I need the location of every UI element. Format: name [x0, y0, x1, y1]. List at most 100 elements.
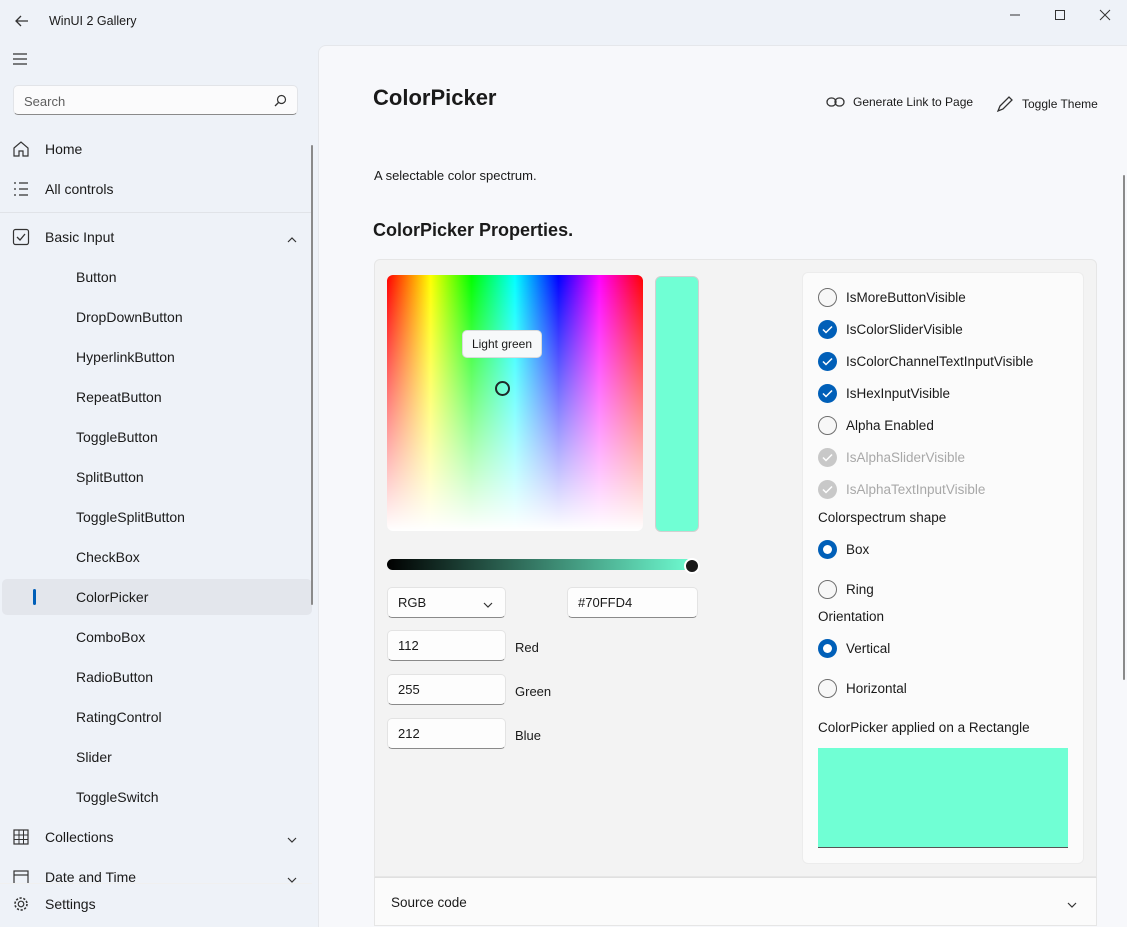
checkbox-box[interactable] [818, 288, 837, 307]
back-arrow-icon[interactable] [12, 11, 32, 31]
green-input[interactable]: 255 [387, 674, 506, 705]
nav-item-radiobutton[interactable]: RadioButton [0, 659, 312, 695]
color-spectrum[interactable] [387, 275, 643, 531]
checkbox-label: IsMoreButtonVisible [846, 290, 966, 305]
color-mode-value: RGB [398, 595, 427, 610]
nav-item-splitbutton[interactable]: SplitButton [0, 459, 312, 495]
nav-item-checkbox[interactable]: CheckBox [0, 539, 312, 575]
rectangle-label: ColorPicker applied on a Rectangle [818, 720, 1030, 735]
radio-selected[interactable] [818, 639, 837, 658]
chevron-down-icon[interactable] [286, 832, 298, 843]
checkmark-icon[interactable] [818, 320, 837, 339]
nav-item-hyperlinkbutton[interactable]: HyperlinkButton [0, 339, 312, 375]
radio-box[interactable]: Box [818, 540, 869, 559]
generate-link-label: Generate Link to Page [853, 95, 974, 109]
checkbox-label: IsAlphaSliderVisible [846, 450, 966, 465]
nav-item-combobox[interactable]: ComboBox [0, 619, 312, 655]
chevron-up-icon[interactable] [286, 232, 298, 243]
nav-label: Slider [76, 749, 112, 765]
checkbox-iscolorchanneltextinputvisible[interactable]: IsColorChannelTextInputVisible [818, 352, 1033, 371]
radio-selected[interactable] [818, 540, 837, 559]
nav-item-collections[interactable]: Collections [0, 819, 312, 855]
nav-label: ToggleSwitch [76, 789, 159, 805]
nav-label: SplitButton [76, 469, 144, 485]
home-icon [12, 140, 30, 158]
color-slider-thumb[interactable] [684, 558, 700, 574]
radio-ring[interactable]: Ring [818, 580, 874, 599]
app-title: WinUI 2 Gallery [49, 14, 137, 28]
nav-label: Home [45, 141, 83, 157]
red-input[interactable]: 112 [387, 630, 506, 661]
nav-label: ColorPicker [76, 589, 149, 605]
color-preview [655, 276, 699, 532]
color-slider[interactable] [387, 559, 697, 570]
list-icon [12, 180, 30, 198]
checkbox-box[interactable] [818, 416, 837, 435]
color-mode-dropdown[interactable]: RGB [387, 587, 506, 618]
nav-item-toggleswitch[interactable]: ToggleSwitch [0, 779, 312, 815]
radio-unselected[interactable] [818, 679, 837, 698]
nav-item-basic-input[interactable]: Basic Input [0, 219, 312, 255]
blue-label: Blue [515, 728, 542, 743]
checkmark-icon[interactable] [818, 352, 837, 371]
title-bar [0, 0, 1127, 44]
nav-item-button[interactable]: Button [0, 259, 312, 295]
close-button[interactable] [1082, 0, 1127, 30]
nav-item-slider[interactable]: Slider [0, 739, 312, 775]
nav-item-repeatbutton[interactable]: RepeatButton [0, 379, 312, 415]
checkbox-ismorebuttonvisible[interactable]: IsMoreButtonVisible [818, 288, 966, 307]
page-title: ColorPicker [373, 85, 497, 110]
chevron-down-icon[interactable] [1066, 897, 1078, 913]
selection-indicator [33, 589, 36, 605]
nav-item-date-time[interactable]: Date and Time [0, 859, 312, 883]
nav-item-dropdownbutton[interactable]: DropDownButton [0, 299, 312, 335]
maximize-button[interactable] [1037, 0, 1083, 30]
grid-icon [12, 828, 30, 846]
checkbox-isalphaslidervisible: IsAlphaSliderVisible [818, 448, 965, 467]
nav-item-ratingcontrol[interactable]: RatingControl [0, 699, 312, 735]
checkmark-icon[interactable] [818, 384, 837, 403]
nav-label: RatingControl [76, 709, 162, 725]
nav-label: HyperlinkButton [76, 349, 175, 365]
checkbox-alpha-enabled[interactable]: Alpha Enabled [818, 416, 934, 435]
brush-icon [996, 95, 1014, 113]
search-input[interactable]: Search [24, 94, 65, 109]
minimize-button[interactable] [992, 0, 1038, 30]
nav-label: Collections [45, 829, 114, 845]
checkbox-ishexinputvisible[interactable]: IsHexInputVisible [818, 384, 950, 403]
checkbox-label: IsColorSliderVisible [846, 322, 963, 337]
nav-label: Button [76, 269, 117, 285]
hex-input[interactable]: #70FFD4 [567, 587, 698, 618]
radio-horizontal[interactable]: Horizontal [818, 679, 907, 698]
nav-item-settings[interactable]: Settings [0, 886, 312, 922]
nav-label: Settings [45, 896, 96, 912]
nav-item-togglesplitbutton[interactable]: ToggleSplitButton [0, 499, 312, 535]
nav-item-home[interactable]: Home [0, 131, 312, 167]
search-box[interactable]: Search [13, 85, 298, 115]
page-description: A selectable color spectrum. [374, 168, 537, 183]
checkmark-icon [818, 480, 837, 499]
nav-item-colorpicker[interactable]: ColorPicker [2, 579, 312, 615]
nav-divider [0, 212, 312, 213]
sidebar-scrollbar[interactable] [311, 145, 313, 605]
nav-divider [0, 883, 312, 884]
toggle-theme-button[interactable]: Toggle Theme [996, 95, 1098, 113]
nav-item-togglebutton[interactable]: ToggleButton [0, 419, 312, 455]
chevron-down-icon[interactable] [286, 872, 298, 883]
content-scrollbar[interactable] [1123, 175, 1125, 680]
search-icon[interactable] [274, 94, 287, 110]
generate-link-button[interactable]: Generate Link to Page [826, 95, 973, 109]
hamburger-menu-icon[interactable] [12, 52, 32, 70]
blue-input[interactable]: 212 [387, 718, 506, 749]
checkbox-iscolorslidervisible[interactable]: IsColorSliderVisible [818, 320, 963, 339]
checkmark-icon [818, 448, 837, 467]
source-code-expander[interactable]: Source code [374, 877, 1097, 926]
nav-label: ToggleSplitButton [76, 509, 185, 525]
nav-label: CheckBox [76, 549, 140, 565]
spectrum-selector[interactable] [495, 381, 510, 396]
radio-vertical[interactable]: Vertical [818, 639, 890, 658]
shape-header: Colorspectrum shape [818, 510, 947, 525]
nav-item-all-controls[interactable]: All controls [0, 171, 312, 207]
nav-label: RadioButton [76, 669, 154, 685]
radio-unselected[interactable] [818, 580, 837, 599]
